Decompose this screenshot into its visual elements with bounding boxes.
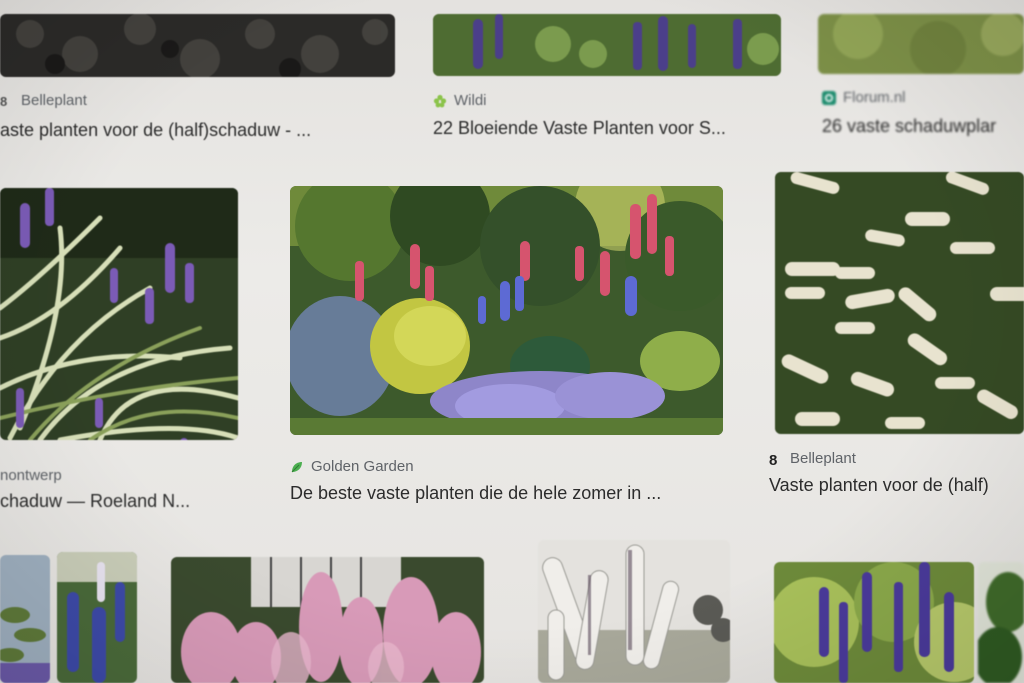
svg-text:8: 8 <box>769 452 777 466</box>
result-source-label: Belleplant <box>21 92 87 109</box>
result-thumbnail-9[interactable] <box>171 557 484 683</box>
result-thumbnail-6[interactable] <box>775 172 1024 434</box>
result-source-1[interactable]: 8 Belleplant <box>0 92 87 109</box>
result-source-label: Florum.nl <box>843 89 906 106</box>
golden-garden-leaf-icon <box>290 460 304 474</box>
result-title-4[interactable]: chaduw — Roeland N... <box>0 491 240 512</box>
result-title-2[interactable]: 22 Bloeiende Vaste Planten voor S... <box>433 118 783 139</box>
result-source-6[interactable]: 8 Belleplant <box>769 450 856 469</box>
result-thumbnail-10[interactable] <box>538 540 730 683</box>
result-source-label: Belleplant <box>790 450 856 467</box>
result-thumbnail-1[interactable] <box>0 14 395 77</box>
belleplant-icon: 8 <box>769 452 783 469</box>
result-thumbnail-4[interactable] <box>0 188 238 440</box>
result-source-2[interactable]: Wildi <box>433 92 487 109</box>
result-thumbnail-7[interactable] <box>0 555 50 683</box>
result-thumbnail-11[interactable] <box>774 562 974 683</box>
result-title-3[interactable]: 26 vaste schaduwplar <box>822 116 1024 137</box>
result-source-label: Wildi <box>454 92 487 109</box>
result-source-5[interactable]: Golden Garden <box>290 458 414 475</box>
result-source-4[interactable]: nontwerp <box>0 467 62 484</box>
result-thumbnail-3[interactable] <box>818 14 1024 74</box>
result-thumbnail-2[interactable] <box>433 14 781 76</box>
result-title-5[interactable]: De beste vaste planten die de hele zomer… <box>290 483 730 504</box>
result-title-6[interactable]: Vaste planten voor de (half) <box>769 475 1024 496</box>
result-source-label: Golden Garden <box>311 458 414 475</box>
florum-icon <box>822 90 836 105</box>
result-source-3[interactable]: Florum.nl <box>822 89 906 106</box>
result-source-label: nontwerp <box>0 467 62 484</box>
image-search-results: 8 Belleplant aste planten voor de (half)… <box>0 0 1024 683</box>
result-thumbnail-8[interactable] <box>57 552 137 683</box>
result-thumbnail-12[interactable] <box>978 562 1024 683</box>
svg-text:8: 8 <box>0 94 7 108</box>
result-title-1[interactable]: aste planten voor de (half)schaduw - ... <box>0 120 395 141</box>
result-thumbnail-5[interactable] <box>290 186 723 435</box>
wildi-flower-icon <box>433 94 447 108</box>
belleplant-icon: 8 <box>0 94 14 109</box>
